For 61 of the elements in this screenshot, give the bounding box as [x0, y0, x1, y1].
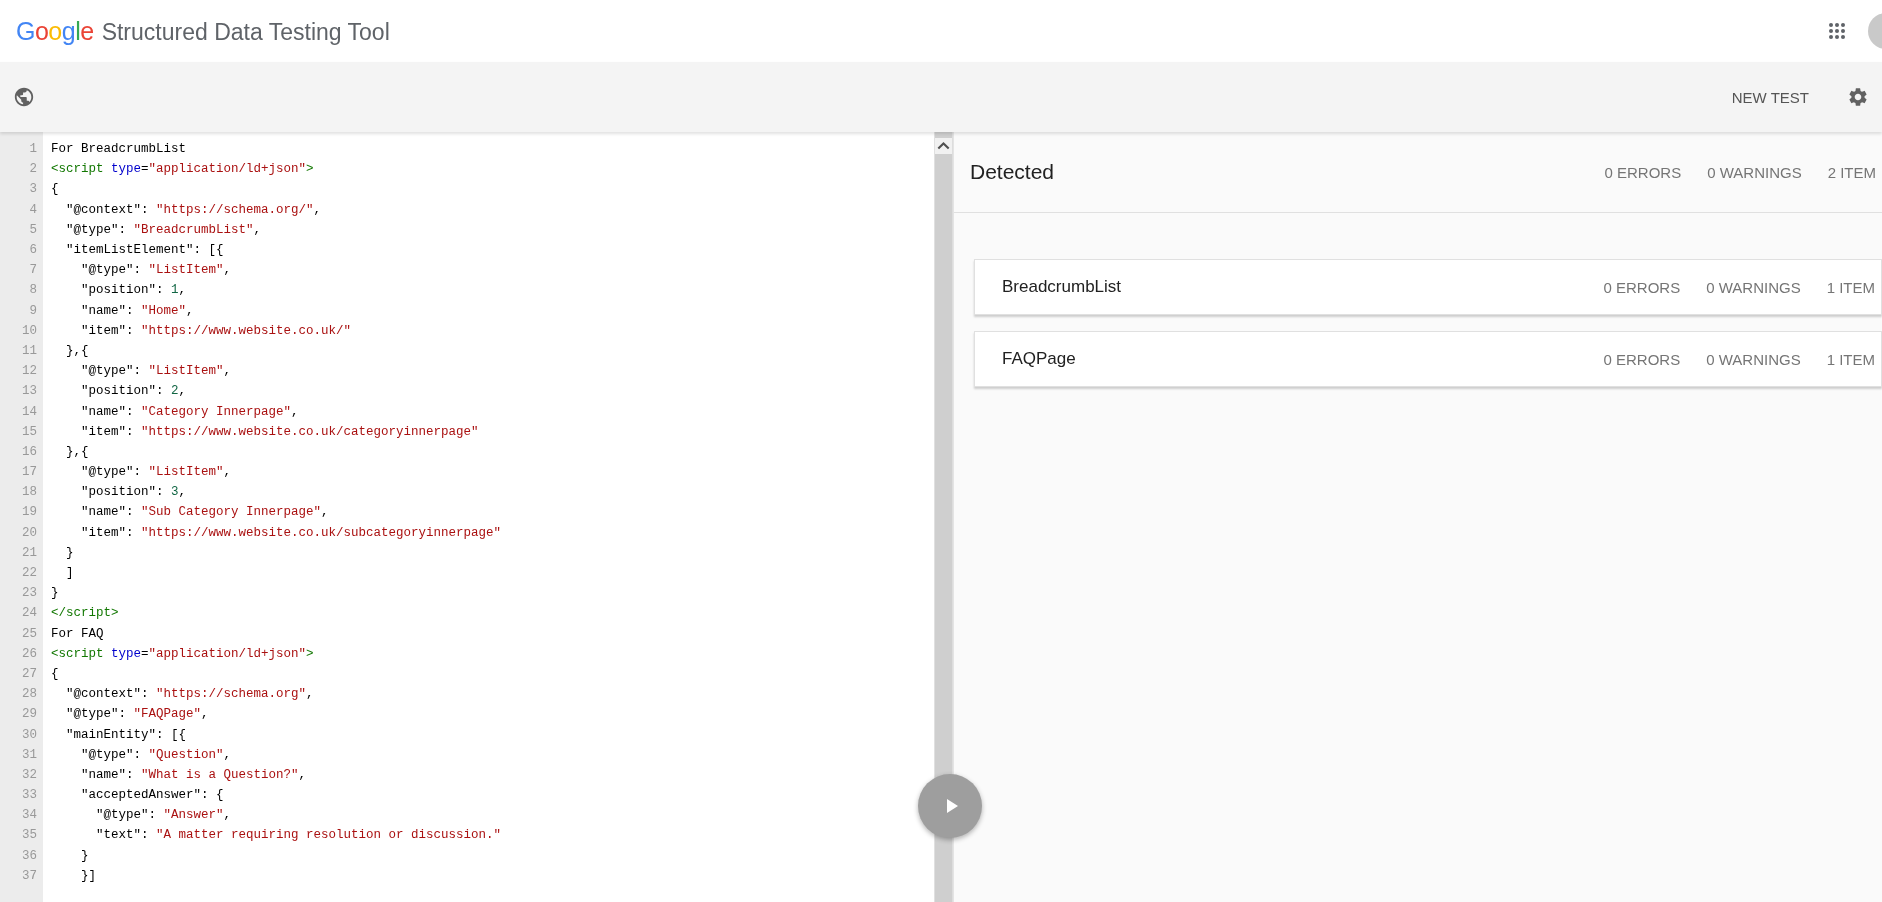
- code-line: "itemListElement": [{: [65, 243, 224, 258]
- code-line: "name": "What is a Question?",: [80, 767, 307, 782]
- error-count: 0 ERRORS: [1603, 278, 1681, 296]
- result-card[interactable]: BreadcrumbList 0 ERRORS 0 WARNINGS 1 ITEM: [974, 259, 1882, 315]
- error-count: 0 ERRORS: [1603, 350, 1681, 368]
- code-line: "item": "https://www.website.co.uk/": [80, 323, 352, 338]
- code-line: "acceptedAnswer": {: [80, 788, 224, 803]
- logo-text: Google: [16, 16, 94, 46]
- app-title: Structured Data Testing Tool: [101, 18, 390, 46]
- code-line: "item": "https://www.website.co.uk/subcategoryinnerpage": [80, 525, 502, 540]
- code-line: "name": "Home",: [80, 303, 194, 318]
- scrollbar[interactable]: [934, 132, 952, 902]
- code-line: "@type": "ListItem",: [80, 364, 232, 379]
- detected-heading: Detected: [970, 160, 1055, 184]
- code-line: }: [50, 586, 59, 601]
- code-line: }: [65, 545, 74, 560]
- code-line: "@type": "Question",: [80, 747, 232, 762]
- code-line: {: [50, 666, 59, 681]
- warning-count: 0 WARNINGS: [1707, 163, 1802, 181]
- code-line: "@type": "ListItem",: [80, 465, 232, 480]
- code-line: "name": "Category Innerpage",: [80, 404, 299, 419]
- result-card[interactable]: FAQPage 0 ERRORS 0 WARNINGS 1 ITEM: [974, 331, 1882, 387]
- scroll-up-icon[interactable]: [935, 138, 952, 154]
- new-test-button[interactable]: NEW TEST: [1727, 82, 1813, 112]
- code-line: "item": "https://www.website.co.uk/categoryinnerpage": [80, 424, 479, 439]
- code-line: },{: [65, 444, 89, 459]
- error-count: 0 ERRORS: [1604, 163, 1682, 181]
- globe-icon[interactable]: [13, 86, 35, 108]
- code-line: <script type="application/ld+json">: [50, 646, 314, 661]
- settings-icon[interactable]: [1847, 86, 1869, 108]
- code-line: "@type": "ListItem",: [80, 263, 232, 278]
- code-line: {: [50, 182, 59, 197]
- code-line: "@type": "BreadcrumbList",: [65, 222, 262, 237]
- warning-count: 0 WARNINGS: [1706, 350, 1801, 368]
- result-type: FAQPage: [1002, 349, 1076, 369]
- code-line: }]: [80, 868, 96, 883]
- code-line: </script>: [50, 606, 119, 621]
- item-count: 1 ITEM: [1826, 350, 1875, 368]
- code-line: },{: [65, 343, 89, 358]
- code-line: "name": "Sub Category Innerpage",: [80, 505, 329, 520]
- warning-count: 0 WARNINGS: [1706, 278, 1801, 296]
- code-line: }: [80, 848, 89, 863]
- code-line: "@context": "https://schema.org",: [65, 687, 314, 702]
- code-line: For FAQ: [50, 626, 104, 641]
- code-line: "text": "A matter requiring resolution or discussion.": [95, 828, 502, 843]
- code-line: "position": 3,: [80, 485, 187, 500]
- code-line: "position": 1,: [80, 283, 187, 298]
- code-line: ]: [65, 566, 74, 581]
- item-count: 1 ITEM: [1826, 278, 1875, 296]
- code-line: "position": 2,: [80, 384, 187, 399]
- code-line: "@context": "https://schema.org/",: [65, 202, 322, 217]
- code-line: For BreadcrumbList: [50, 142, 187, 157]
- apps-grid-icon[interactable]: [1828, 22, 1846, 40]
- code-line: <script type="application/ld+json">: [50, 162, 314, 177]
- item-count: 2 ITEM: [1827, 163, 1876, 181]
- play-icon: [945, 798, 959, 814]
- code-line: "mainEntity": [{: [65, 727, 187, 742]
- code-line: "@type": "Answer",: [95, 808, 232, 823]
- code-line: "@type": "FAQPage",: [65, 707, 209, 722]
- run-test-button[interactable]: [918, 774, 982, 838]
- result-type: BreadcrumbList: [1002, 277, 1122, 297]
